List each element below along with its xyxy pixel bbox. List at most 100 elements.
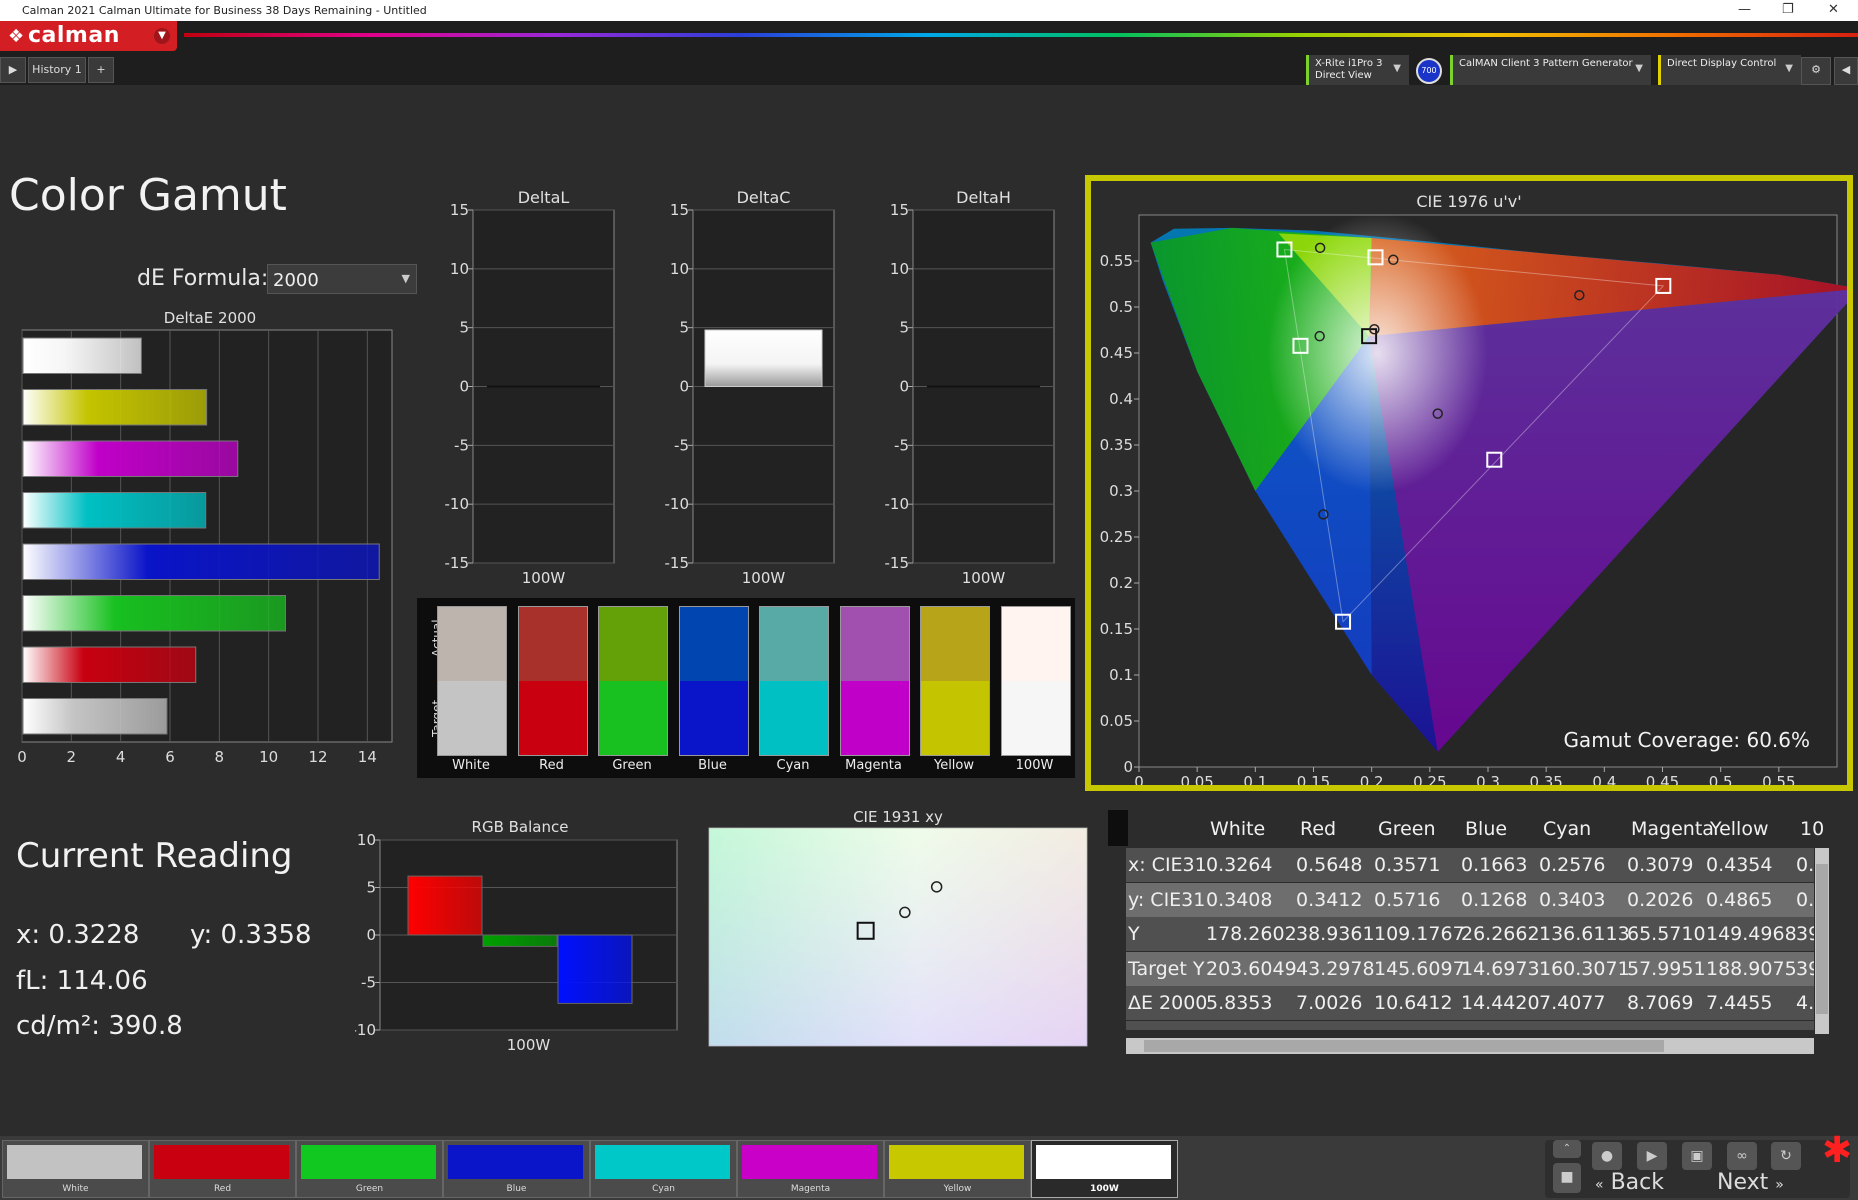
next-button[interactable]: Next » xyxy=(1717,1170,1784,1195)
table-cell: 109.1767 xyxy=(1374,923,1465,945)
table-row[interactable]: x: CIE31 0.3264 0.5648 0.3571 0.1663 0.2576 0.… xyxy=(1126,848,1814,882)
table-cell: 0.3079 xyxy=(1627,854,1694,876)
table-cell: 145.6097 xyxy=(1374,957,1465,980)
scroll-thumb[interactable] xyxy=(1144,1040,1664,1052)
swatch-target xyxy=(840,681,909,755)
patch-label: Blue xyxy=(506,1184,527,1194)
table-cell: 14.4420 xyxy=(1461,992,1540,1014)
close-icon[interactable]: ✕ xyxy=(1828,2,1839,17)
x-tick-label: 2 xyxy=(67,748,77,766)
table-cell: 160.3071 xyxy=(1539,957,1630,980)
patch-button-yellow[interactable]: Yellow xyxy=(884,1140,1031,1198)
pattern-generator-selector[interactable]: CalMAN Client 3 Pattern Generator ▼ xyxy=(1450,55,1651,85)
table-cell: 0.4354 xyxy=(1706,854,1773,876)
table-cell: 14.6973 xyxy=(1461,957,1540,980)
scroll-thumb[interactable] xyxy=(1816,864,1828,1014)
deltae-bar-red xyxy=(22,646,197,683)
title-bar: Calman 2021 Calman Ultimate for Business… xyxy=(0,0,1858,21)
play-button[interactable]: ▶ xyxy=(0,57,26,83)
row-label: y: CIE31 xyxy=(1128,888,1206,911)
logo-text: calman xyxy=(28,23,120,48)
table-vertical-scrollbar[interactable] xyxy=(1815,848,1829,1034)
reading-fl: fL: 114.06 xyxy=(16,966,148,996)
patch-color xyxy=(595,1145,730,1179)
calman-logo[interactable]: ❖ calman ▼ xyxy=(0,21,177,51)
deltae-bar-blue xyxy=(22,543,380,580)
meter-selector[interactable]: X-Rite i1Pro 3 Direct View ▼ xyxy=(1306,55,1409,85)
tab-history-1[interactable]: History 1 xyxy=(28,57,86,83)
save-icon[interactable]: ▣ xyxy=(1682,1142,1712,1170)
collapse-left-icon[interactable]: ◀ xyxy=(1834,57,1858,85)
page-title: Color Gamut xyxy=(9,170,287,221)
table-row[interactable]: Target Y 203.6049 43.2978 145.6097 14.6973 16… xyxy=(1126,951,1814,986)
refresh-icon[interactable]: ↻ xyxy=(1771,1142,1801,1170)
y-tick-label: 0 xyxy=(899,378,909,396)
patch-label: Cyan xyxy=(652,1184,675,1194)
swatch-label: Green xyxy=(612,758,652,773)
table-row[interactable]: Y 178.2602 38.9361 109.1767 26.2662 136.6113 6… xyxy=(1126,917,1814,951)
swatch-blue xyxy=(678,606,749,756)
loop-icon[interactable]: ∞ xyxy=(1727,1142,1757,1170)
asterisk-icon[interactable]: ✱ xyxy=(1822,1130,1852,1171)
back-button[interactable]: « Back xyxy=(1595,1170,1664,1195)
color-swatch-panel: Actual Target White Red Green Blue Cyan Magen… xyxy=(417,598,1075,778)
generator-name: CalMAN Client 3 Pattern Generator xyxy=(1459,58,1633,69)
patch-button-red[interactable]: Red xyxy=(149,1140,296,1198)
x-tick-label: 0.45 xyxy=(1646,773,1679,785)
display-control-selector[interactable]: Direct Display Control ▼ xyxy=(1658,55,1801,85)
table-cell: 0.1268 xyxy=(1461,888,1528,911)
patch-button-green[interactable]: Green xyxy=(296,1140,443,1198)
swatch-actual xyxy=(1001,607,1070,681)
swatch-actual xyxy=(840,607,909,681)
y-tick-label: 10 xyxy=(890,260,909,278)
table-cell: 0.3408 xyxy=(1206,888,1273,911)
table-cell: 57.9951 xyxy=(1627,957,1706,980)
table-cell: 0. xyxy=(1796,854,1814,876)
swatch-green xyxy=(598,606,668,756)
patch-button-cyan[interactable]: Cyan xyxy=(590,1140,737,1198)
play-icon[interactable]: ▶ xyxy=(1637,1142,1667,1170)
chevron-down-icon[interactable]: ▼ xyxy=(154,28,170,44)
x-tick-label: 0.2 xyxy=(1360,773,1384,785)
restore-icon[interactable]: ❐ xyxy=(1782,2,1794,17)
y-tick-label: 0 xyxy=(459,378,469,396)
bottom-bar: White Red Green Blue Cyan Magenta Yellow 100W ⌃… xyxy=(0,1130,1858,1200)
patch-button-magenta[interactable]: Magenta xyxy=(737,1140,884,1198)
table-cell: 178.2602 xyxy=(1206,923,1297,945)
table-cell: 43.2978 xyxy=(1296,957,1375,980)
current-reading-title: Current Reading xyxy=(16,836,293,876)
table-horizontal-scrollbar[interactable] xyxy=(1126,1038,1814,1054)
swatch-target xyxy=(518,681,587,755)
meter-badge[interactable]: 700 xyxy=(1416,58,1442,84)
y-tick-label: -15 xyxy=(445,554,470,572)
up-icon[interactable]: ⌃ xyxy=(1553,1140,1581,1158)
de-formula-select[interactable]: 2000 ▼ xyxy=(267,264,417,294)
patch-button-blue[interactable]: Blue xyxy=(443,1140,590,1198)
y-tick-label: 15 xyxy=(890,201,909,219)
stop-icon[interactable]: ■ xyxy=(1553,1163,1581,1193)
patch-button-white[interactable]: White xyxy=(2,1140,149,1198)
patch-color xyxy=(448,1145,583,1179)
settings-gear-icon[interactable]: ⚙ xyxy=(1801,57,1831,85)
table-row[interactable]: ΔE 2000 5.8353 7.0026 10.6412 14.4420 7.4077 8… xyxy=(1126,986,1814,1020)
cie1976-chart: CIE 1976 u'v' 0 0.05 0.1 0.15 0.2 0.25 0.3 0.35… xyxy=(1100,192,1858,791)
y-tick-label: -10 xyxy=(355,1021,376,1039)
swatch-actual xyxy=(760,607,828,681)
row-label: ΔE 2000 xyxy=(1128,992,1208,1014)
table-row-partial xyxy=(1126,1020,1814,1030)
swatch-target xyxy=(679,681,748,755)
row-label: Target Y xyxy=(1128,957,1205,980)
y-tick-label: 0.05 xyxy=(1100,712,1133,730)
y-tick-label: 0.3 xyxy=(1109,482,1133,500)
y-tick-label: -5 xyxy=(894,436,909,454)
add-tab-button[interactable]: + xyxy=(88,57,114,83)
data-table[interactable]: x: CIE31 0.3264 0.5648 0.3571 0.1663 0.2576 0.… xyxy=(1126,848,1814,1030)
record-icon[interactable]: ● xyxy=(1592,1142,1622,1170)
row-label: Y xyxy=(1128,923,1140,945)
patch-label: Green xyxy=(355,1184,384,1194)
table-row[interactable]: y: CIE31 0.3408 0.3412 0.5716 0.1268 0.3403 0.… xyxy=(1126,882,1814,917)
patch-button-100w[interactable]: 100W xyxy=(1031,1140,1178,1198)
table-cell: 0.2576 xyxy=(1539,854,1606,876)
x-tick-label: 0 xyxy=(1134,773,1144,785)
minimize-icon[interactable]: — xyxy=(1738,2,1751,17)
